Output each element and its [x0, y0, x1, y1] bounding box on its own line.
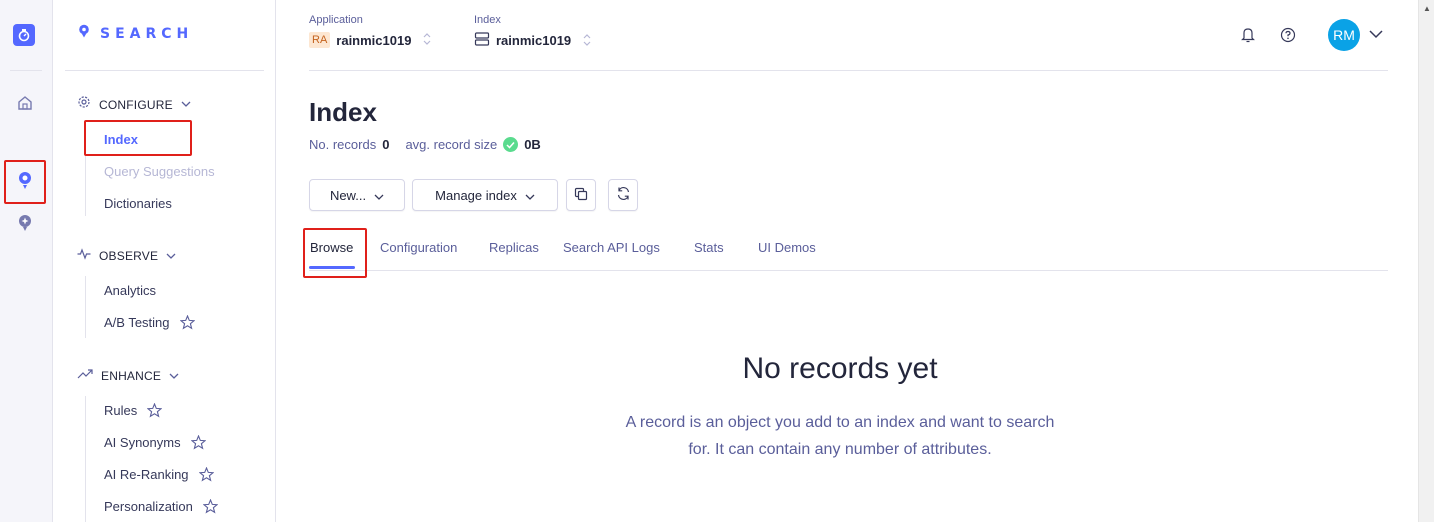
- logo-icon[interactable]: [13, 24, 35, 46]
- tab-configuration[interactable]: Configuration: [380, 240, 457, 255]
- chevron-down-icon: [169, 371, 179, 382]
- index-selector[interactable]: Index rainmic1019: [474, 14, 591, 49]
- copy-icon: [574, 187, 588, 204]
- sidebar-item-label: AI Re-Ranking: [104, 467, 189, 482]
- bell-icon[interactable]: [1240, 26, 1256, 49]
- sidebar-item-label: Personalization: [104, 499, 193, 514]
- sidebar-item-personalization[interactable]: Personalization: [104, 499, 218, 514]
- chevron-updown-icon: [583, 33, 591, 49]
- manage-index-button[interactable]: Manage index: [412, 179, 558, 211]
- page-title: Index: [309, 97, 377, 127]
- section-enhance[interactable]: ENHANCE: [77, 367, 179, 385]
- manage-index-label: Manage index: [435, 187, 517, 203]
- section-label: ENHANCE: [101, 369, 162, 383]
- sidebar-item-label: A/B Testing: [104, 315, 170, 330]
- index-value: rainmic1019: [496, 33, 572, 48]
- rail-divider: [10, 70, 42, 71]
- star-icon: [198, 467, 214, 482]
- tab-search-api-logs[interactable]: Search API Logs: [563, 240, 660, 255]
- new-button[interactable]: New...: [309, 179, 405, 211]
- scroll-up-arrow-icon[interactable]: ▲: [1423, 4, 1431, 13]
- refresh-icon: [616, 186, 631, 204]
- sidebar-item-label: Analytics: [104, 283, 157, 298]
- star-icon: [179, 315, 195, 330]
- pulse-icon: [77, 247, 91, 265]
- star-icon: [147, 403, 163, 418]
- records-value: 0: [382, 137, 390, 152]
- section-configure[interactable]: CONFIGURE: [77, 95, 191, 114]
- search-logo-icon: [78, 24, 90, 43]
- tab-bar: Browse Configuration Replicas Search API…: [309, 228, 1388, 271]
- avatar[interactable]: RM: [1328, 19, 1360, 51]
- main-content: Application RA rainmic1019 Index rainmic…: [276, 0, 1418, 522]
- records-label: No. records: [309, 137, 377, 152]
- chevron-down-icon: [525, 188, 535, 203]
- sidebar-item-label: Rules: [104, 403, 138, 418]
- sidebar-item-label: AI Synonyms: [104, 435, 181, 450]
- size-label: avg. record size: [405, 137, 498, 152]
- scrollbar[interactable]: ▲: [1418, 0, 1434, 522]
- chevron-down-icon[interactable]: [1368, 26, 1384, 47]
- sidebar-item-ab-testing[interactable]: A/B Testing: [104, 315, 195, 330]
- refresh-button[interactable]: [608, 179, 638, 211]
- star-icon: [190, 435, 206, 450]
- application-badge: RA: [309, 32, 331, 48]
- copy-index-button[interactable]: [566, 179, 596, 211]
- header-divider: [309, 70, 1388, 71]
- sidebar-divider: [65, 70, 264, 71]
- chevron-down-icon: [166, 251, 176, 262]
- tab-ui-demos[interactable]: UI Demos: [758, 240, 816, 255]
- application-label: Application: [309, 14, 363, 26]
- chevron-down-icon: [374, 188, 384, 203]
- recommend-icon[interactable]: [14, 212, 36, 234]
- application-value: rainmic1019: [336, 32, 412, 48]
- sidebar-item-ai-re-ranking[interactable]: AI Re-Ranking: [104, 467, 214, 482]
- tab-stats[interactable]: Stats: [694, 240, 724, 255]
- size-value: 0B: [524, 137, 541, 152]
- sidebar: SEARCH CONFIGURE Index Query Suggestions…: [53, 0, 276, 522]
- empty-state-text: A record is an object you add to an inde…: [625, 414, 1055, 458]
- sidebar-item-query-suggestions[interactable]: Query Suggestions: [104, 164, 215, 179]
- sidebar-item-ai-synonyms[interactable]: AI Synonyms: [104, 435, 206, 450]
- section-label: CONFIGURE: [99, 97, 173, 112]
- index-stats: No. records 0 avg. record size 0B: [309, 137, 551, 152]
- sidebar-item-dictionaries[interactable]: Dictionaries: [104, 196, 172, 211]
- star-icon: [202, 499, 218, 514]
- check-icon: [503, 137, 519, 152]
- gear-icon: [77, 95, 91, 114]
- tab-replicas[interactable]: Replicas: [489, 240, 539, 255]
- trend-icon: [77, 367, 93, 385]
- brand-title: SEARCH: [100, 25, 194, 42]
- highlight-box: [303, 228, 367, 278]
- database-icon: [474, 32, 490, 49]
- sidebar-item-rules[interactable]: Rules: [104, 403, 163, 418]
- empty-state-title: No records yet: [742, 352, 938, 385]
- home-icon[interactable]: [14, 92, 36, 114]
- chevron-down-icon: [181, 99, 191, 110]
- sidebar-item-analytics[interactable]: Analytics: [104, 283, 156, 298]
- application-selector[interactable]: Application RA rainmic1019: [309, 14, 431, 48]
- chevron-updown-icon: [423, 32, 431, 48]
- section-label: OBSERVE: [99, 249, 159, 263]
- new-button-label: New...: [329, 187, 367, 203]
- brand: SEARCH: [78, 24, 193, 43]
- search-product-button[interactable]: [4, 160, 46, 204]
- highlight-box: [84, 120, 192, 156]
- app-rail: [0, 0, 53, 522]
- index-label: Index: [474, 14, 501, 26]
- section-items-observe: Analytics A/B Testing: [85, 276, 195, 338]
- section-observe[interactable]: OBSERVE: [77, 247, 176, 265]
- search-icon: [16, 170, 34, 195]
- section-items-enhance: Rules AI Synonyms AI Re-Ranking Personal…: [85, 396, 218, 522]
- help-icon[interactable]: [1279, 26, 1297, 49]
